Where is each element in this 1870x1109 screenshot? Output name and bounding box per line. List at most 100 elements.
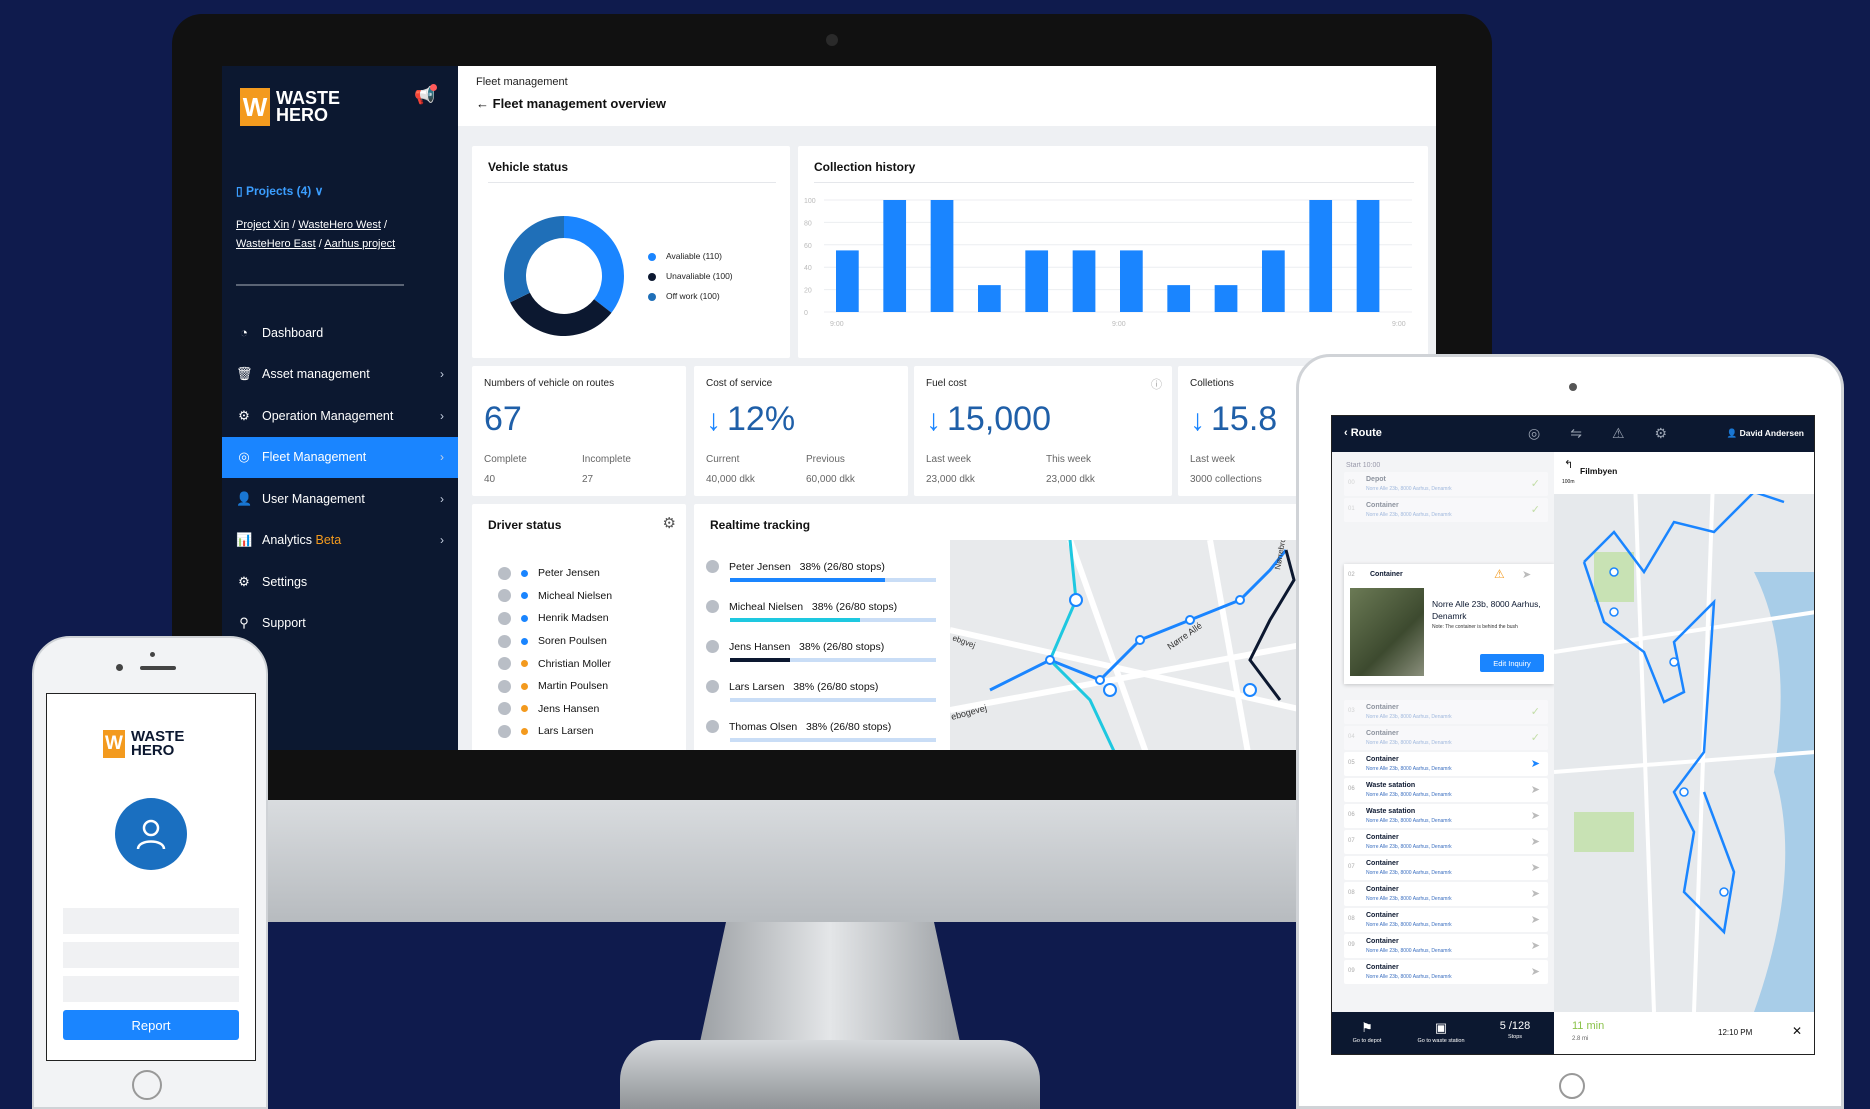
send-icon[interactable]: ➤ xyxy=(1531,757,1540,770)
route-stop xyxy=(1609,607,1619,617)
send-icon[interactable]: ➤ xyxy=(1531,913,1540,926)
driver-row[interactable]: Martin Poulsen xyxy=(498,675,612,698)
stop-item[interactable]: 01 Container Norre Alle 23b, 8000 Aarhus, … xyxy=(1344,498,1548,522)
send-icon[interactable]: ➤ xyxy=(1531,939,1540,952)
sidebar-item-operation-management[interactable]: ⚙ Operation Management › xyxy=(222,395,458,437)
route-map[interactable]: ↰ Filmbyen 100m xyxy=(1554,452,1814,1012)
check-icon[interactable]: ✓ xyxy=(1531,731,1540,744)
compass-icon[interactable]: ◎ xyxy=(1528,425,1540,442)
driver-row[interactable]: Peter Jensen xyxy=(498,562,612,585)
driver-row[interactable]: Lars Larsen xyxy=(498,720,612,743)
check-icon[interactable]: ✓ xyxy=(1531,705,1540,718)
tracking-text: Peter Jensen 38% (26/80 stops) xyxy=(729,560,885,573)
send-icon[interactable]: ➤ xyxy=(1531,965,1540,978)
legend-item: Unavaliable (100) xyxy=(648,266,733,286)
stop-number: 08 xyxy=(1348,916,1355,922)
tracking-row[interactable]: Peter Jensen 38% (26/80 stops) xyxy=(706,560,936,600)
tracking-row[interactable]: Thomas Olsen 38% (26/80 stops) xyxy=(706,720,936,750)
stop-title: Container xyxy=(1366,964,1399,971)
user-menu[interactable]: 👤 David Andersen xyxy=(1727,428,1804,439)
home-button[interactable] xyxy=(1559,1073,1585,1099)
sidebar-item-analytics[interactable]: 📊 Analytics Beta › xyxy=(222,520,458,562)
input-field[interactable] xyxy=(63,908,239,934)
stop-item[interactable]: 06 Waste satation Norre Alle 23b, 8000 Aar… xyxy=(1344,778,1548,802)
project-link[interactable]: WasteHero West xyxy=(298,219,381,231)
driver-row[interactable]: Henrik Madsen xyxy=(498,607,612,630)
chevron-left-icon[interactable]: ‹ xyxy=(1344,427,1351,439)
stop-item[interactable]: 08 Container Norre Alle 23b, 8000 Aarhus, … xyxy=(1344,908,1548,932)
stop-item[interactable]: 09 Container Norre Alle 23b, 8000 Aarhus, … xyxy=(1344,960,1548,984)
kpi-sub: This week 23,000 dkk xyxy=(1046,450,1095,490)
kpi-sub-label: Last week xyxy=(926,454,972,465)
go-to-depot-button[interactable]: ⚑ Go to depot xyxy=(1332,1020,1402,1044)
breadcrumb[interactable]: Fleet management xyxy=(476,76,568,88)
avatar xyxy=(498,702,511,716)
tracking-list: Peter Jensen 38% (26/80 stops) Micheal Ni… xyxy=(706,560,936,750)
stop-item[interactable]: 07 Container Norre Alle 23b, 8000 Aarhus, … xyxy=(1344,830,1548,854)
status-dot xyxy=(521,637,528,645)
sidebar-item-user-management[interactable]: 👤 User Management › xyxy=(222,478,458,520)
card-title: Collection history xyxy=(814,160,916,174)
gear-icon: ⚙ xyxy=(238,573,250,589)
expanded-stop-card[interactable]: 02 Container ⚠ ➤ Norre Alle 23b, 8000 Aa… xyxy=(1344,564,1554,684)
tracking-row[interactable]: Jens Hansen 38% (26/80 stops) xyxy=(706,640,936,680)
stop-item[interactable]: 04 Container Norre Alle 23b, 8000 Aarhus, … xyxy=(1344,726,1548,750)
brand-logo[interactable]: W WASTE HERO xyxy=(240,88,340,126)
tracking-row[interactable]: Micheal Nielsen 38% (26/80 stops) xyxy=(706,600,936,640)
driver-row[interactable]: Soren Poulsen xyxy=(498,630,612,653)
report-button[interactable]: Report xyxy=(63,1010,239,1040)
stop-item[interactable]: 09 Container Norre Alle 23b, 8000 Aarhus, … xyxy=(1344,934,1548,958)
project-link[interactable]: Aarhus project xyxy=(324,238,395,250)
route-toolbar: ◎ ⇋ ⚠ ⚙ xyxy=(1528,425,1667,442)
send-icon[interactable]: ➤ xyxy=(1522,568,1531,581)
tracking-row[interactable]: Lars Larsen 38% (26/80 stops) xyxy=(706,680,936,720)
warning-icon[interactable]: ⚠ xyxy=(1612,425,1625,442)
driver-row[interactable]: Christian Moller xyxy=(498,652,612,675)
driver-row[interactable]: Micheal Nielsen xyxy=(498,585,612,608)
route-map-canvas xyxy=(1554,452,1814,1012)
route-stop xyxy=(1103,683,1117,697)
stop-item[interactable]: 03 Container Norre Alle 23b, 8000 Aarhus, … xyxy=(1344,700,1548,724)
driver-row[interactable]: Jens Hansen xyxy=(498,698,612,721)
project-link[interactable]: WasteHero East xyxy=(236,238,316,250)
help-icon[interactable]: ⓘ xyxy=(1151,376,1162,392)
stop-item[interactable]: 08 Container Norre Alle 23b, 8000 Aarhus, … xyxy=(1344,882,1548,906)
stop-item[interactable]: 00 Depot Norre Alle 23b, 8000 Aarhus, Dena… xyxy=(1344,472,1548,496)
home-button[interactable] xyxy=(132,1070,162,1100)
sidebar-item-label: Support xyxy=(262,616,306,631)
sidebar-item-asset-management[interactable]: 🗑 Asset management › xyxy=(222,354,458,396)
stop-item[interactable]: 07 Container Norre Alle 23b, 8000 Aarhus, … xyxy=(1344,856,1548,880)
bar-chart: 0 20 40 60 80 100 9:00 9:00 9:00 xyxy=(804,198,1412,328)
status-dot xyxy=(521,705,528,713)
edit-inquiry-button[interactable]: Edit Inquiry xyxy=(1480,654,1544,672)
driver-name: Soren Poulsen xyxy=(538,635,607,648)
gear-icon[interactable]: ⚙ xyxy=(663,514,676,532)
close-icon[interactable]: ✕ xyxy=(1792,1024,1802,1038)
go-to-waste-station-button[interactable]: ▣ Go to waste station xyxy=(1406,1020,1476,1044)
stop-item[interactable]: 05 Container Norre Alle 23b, 8000 Aarhus, … xyxy=(1344,752,1548,776)
sidebar-item-fleet-management[interactable]: ◎ Fleet Management › xyxy=(222,436,458,478)
stop-item[interactable]: 06 Waste satation Norre Alle 23b, 8000 Aar… xyxy=(1344,804,1548,828)
stop-number: 02 xyxy=(1348,572,1355,578)
input-field[interactable] xyxy=(63,942,239,968)
projects-dropdown[interactable]: ▯ Projects (4) ∨ xyxy=(236,184,323,198)
send-icon[interactable]: ➤ xyxy=(1531,887,1540,900)
project-link[interactable]: Project Xin xyxy=(236,219,289,231)
route-icon[interactable]: ⇋ xyxy=(1570,425,1582,442)
sidebar-item-dashboard[interactable]: ◔ Dashboard xyxy=(222,312,458,354)
check-icon[interactable]: ✓ xyxy=(1531,503,1540,516)
input-field[interactable] xyxy=(63,976,239,1002)
projects-icon: ▯ xyxy=(236,184,246,198)
sidebar-item-support[interactable]: ⚲ Support xyxy=(222,603,458,645)
send-icon[interactable]: ➤ xyxy=(1531,783,1540,796)
sidebar-item-settings[interactable]: ⚙ Settings xyxy=(222,561,458,603)
stop-address: Norre Alle 23b, 8000 Aarhus, Denamrk xyxy=(1366,974,1452,980)
gear-icon[interactable]: ⚙ xyxy=(1655,425,1668,442)
notification-dot xyxy=(430,84,437,91)
send-icon[interactable]: ➤ xyxy=(1531,809,1540,822)
status-dot xyxy=(521,727,528,735)
send-icon[interactable]: ➤ xyxy=(1531,835,1540,848)
check-icon[interactable]: ✓ xyxy=(1531,477,1540,490)
send-icon[interactable]: ➤ xyxy=(1531,861,1540,874)
back-arrow-icon[interactable]: ← xyxy=(476,96,493,111)
